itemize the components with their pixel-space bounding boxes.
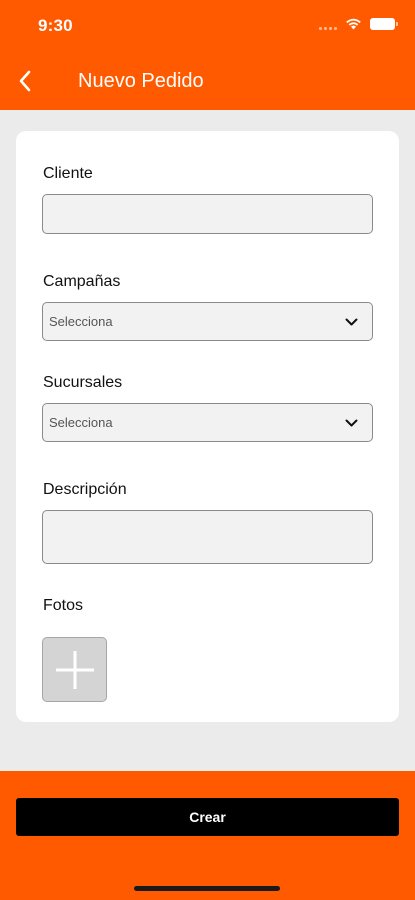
cliente-label: Cliente: [43, 165, 93, 182]
sucursales-label: Sucursales: [43, 374, 123, 391]
status-icons: [319, 17, 398, 30]
status-time: 9:30: [38, 16, 73, 35]
order-form-card: Cliente Campañas Selecciona Sucursales S…: [16, 131, 399, 722]
chevron-down-icon: [345, 419, 358, 426]
descripcion-textarea[interactable]: [42, 510, 373, 564]
footer-bar: Crear: [0, 771, 415, 900]
descripcion-label: Descripción: [43, 481, 127, 498]
cliente-input[interactable]: [42, 194, 373, 234]
plus-icon: [55, 650, 94, 689]
create-button[interactable]: Crear: [16, 798, 399, 836]
chevron-down-icon: [345, 318, 358, 325]
campanas-select-value: Selecciona: [49, 314, 113, 329]
add-photo-button[interactable]: [42, 637, 107, 702]
battery-icon: [370, 17, 398, 30]
chevron-left-icon: [19, 70, 31, 92]
sucursales-select-value: Selecciona: [49, 415, 113, 430]
back-button[interactable]: [10, 64, 40, 98]
app-header: 9:30 Nuevo Pedido: [0, 0, 415, 110]
signal-icon: [319, 18, 337, 30]
sucursales-select[interactable]: Selecciona: [42, 403, 373, 442]
campanas-select[interactable]: Selecciona: [42, 302, 373, 341]
wifi-icon: [346, 18, 361, 30]
fotos-label: Fotos: [43, 597, 84, 614]
page-title: Nuevo Pedido: [78, 70, 204, 92]
campanas-label: Campañas: [43, 273, 121, 290]
home-indicator: [134, 886, 280, 891]
